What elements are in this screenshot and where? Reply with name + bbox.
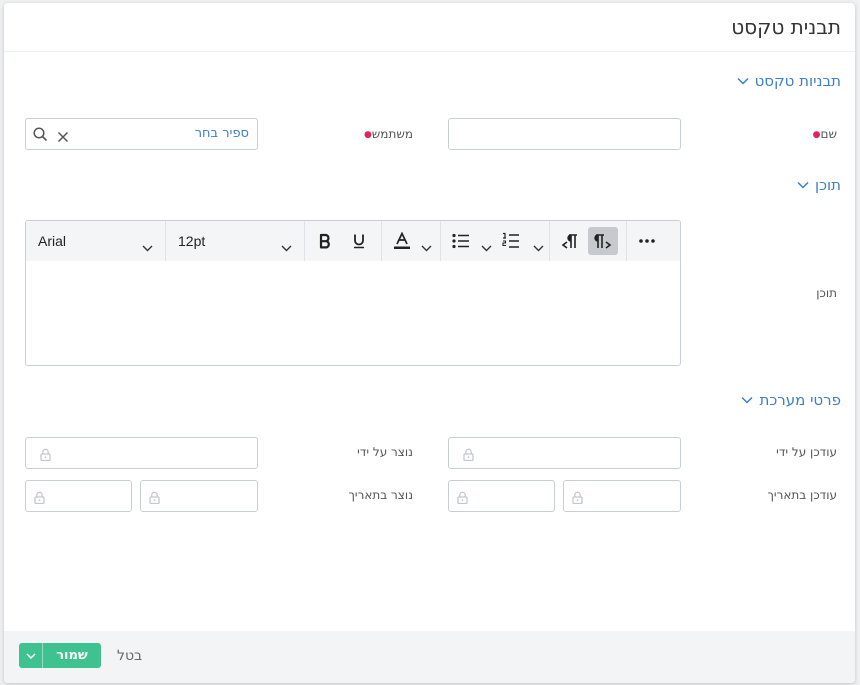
font-family-select[interactable]: Arial: [26, 221, 165, 261]
toolbar-divider: [549, 221, 550, 261]
bullet-list-button[interactable]: [446, 227, 496, 255]
updated-by-input: [448, 437, 681, 469]
bold-button[interactable]: [310, 227, 340, 255]
editor-content-area[interactable]: [26, 262, 680, 365]
dialog-title: תבנית טקסט: [731, 15, 841, 39]
updated-on-date-input: [448, 480, 555, 512]
name-label: שם●: [812, 127, 837, 141]
header-divider: [4, 51, 855, 52]
toolbar-divider: [440, 221, 441, 261]
save-button-label: שמור: [56, 648, 88, 663]
underline-button[interactable]: [344, 227, 374, 255]
created-on-label: נוצר בתאריך: [348, 488, 413, 502]
lock-icon: [463, 446, 474, 465]
content-label: תוכן: [816, 286, 837, 300]
chevron-down-icon: [25, 652, 36, 659]
text-template-dialog: תבנית טקסט תבניות טקסט שם● משתמש● ספיר ב…: [4, 3, 855, 683]
chevron-down-icon: [533, 237, 544, 256]
user-lookup-input[interactable]: ספיר בחר: [25, 118, 258, 150]
search-icon[interactable]: [33, 127, 48, 146]
created-on-time-input: [140, 480, 258, 512]
lock-icon: [457, 489, 468, 508]
toolbar-divider: [381, 221, 382, 261]
numbered-list-button[interactable]: [498, 227, 548, 255]
numbered-list-icon: [502, 232, 520, 254]
font-family-value: Arial: [38, 233, 67, 249]
updated-on-label: עודכן בתאריך: [767, 488, 837, 502]
lock-icon: [149, 489, 160, 508]
save-button[interactable]: שמור: [19, 643, 101, 668]
lock-icon: [572, 489, 583, 508]
ltr-direction-button[interactable]: [555, 227, 585, 255]
section-content-toggle[interactable]: תוכן: [797, 176, 841, 194]
text-color-icon: [393, 231, 411, 254]
chevron-down-icon: [281, 237, 292, 256]
editor-toolbar: Arial 12pt: [26, 221, 680, 261]
toolbar-divider: [626, 221, 627, 261]
dialog-footer: שמור בטל: [4, 631, 855, 683]
chevron-down-icon: [797, 181, 809, 189]
chevron-down-icon: [421, 237, 432, 256]
chevron-down-icon: [481, 237, 492, 256]
created-by-input: [25, 437, 258, 469]
save-options-toggle[interactable]: [19, 643, 43, 668]
section-system-toggle[interactable]: פרטי מערכת: [741, 391, 841, 409]
section-templates-toggle[interactable]: תבניות טקסט: [737, 72, 841, 90]
created-by-label: נוצר על ידי: [357, 445, 413, 459]
chevron-down-icon: [741, 396, 753, 404]
user-select-link[interactable]: ספיר בחר: [195, 126, 249, 141]
font-size-select[interactable]: 12pt: [166, 221, 304, 261]
name-input[interactable]: [448, 118, 681, 150]
rtl-direction-button[interactable]: [588, 227, 618, 255]
created-on-date-input: [25, 480, 132, 512]
cancel-button[interactable]: בטל: [117, 648, 142, 664]
updated-on-time-input: [563, 480, 681, 512]
lock-icon: [40, 446, 51, 465]
section-content-title: תוכן: [815, 176, 841, 194]
rich-text-editor[interactable]: Arial 12pt: [25, 220, 681, 366]
required-dot: ●: [812, 129, 821, 140]
user-label: משתמש●: [363, 127, 413, 141]
more-options-button[interactable]: [632, 227, 662, 255]
toolbar-divider: [304, 221, 305, 261]
chevron-down-icon: [737, 77, 749, 85]
chevron-down-icon: [142, 237, 153, 256]
section-system-title: פרטי מערכת: [759, 391, 841, 409]
updated-by-label: עודכן על ידי: [776, 445, 837, 459]
font-size-value: 12pt: [178, 233, 206, 249]
section-templates-title: תבניות טקסט: [754, 72, 841, 90]
required-dot: ●: [363, 129, 372, 140]
text-color-button[interactable]: [387, 227, 437, 255]
clear-icon[interactable]: [57, 128, 69, 147]
bullet-list-icon: [452, 233, 470, 253]
lock-icon: [34, 489, 45, 508]
